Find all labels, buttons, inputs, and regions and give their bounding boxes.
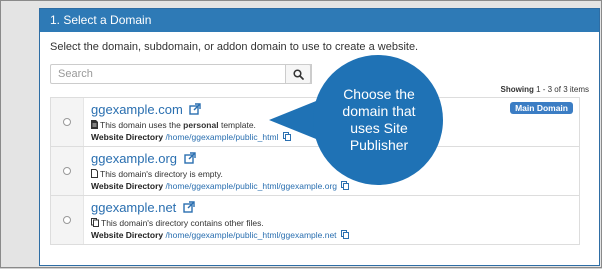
domain-note: This domain's directory contains other f… — [91, 218, 264, 228]
intro-text: Select the domain, subdomain, or addon d… — [50, 41, 419, 53]
directory-label: Website Directory — [91, 181, 164, 191]
domain-radio[interactable] — [63, 167, 71, 175]
domain-list: ggexample.com This domain uses the perso… — [50, 97, 580, 245]
search-input[interactable]: Search — [50, 64, 312, 84]
external-link-icon[interactable] — [189, 103, 202, 115]
domain-row[interactable]: ggexample.net This domain's directory co… — [51, 196, 579, 244]
domain-row[interactable]: ggexample.com This domain uses the perso… — [51, 98, 579, 147]
radio-cell — [51, 147, 84, 195]
directory-path[interactable]: /home/ggexample/public_html/ggexample.or… — [166, 181, 338, 191]
callout-line: domain that — [342, 103, 416, 119]
note-suffix: template. — [218, 120, 256, 130]
domain-radio[interactable] — [63, 118, 71, 126]
showing-label: Showing — [500, 85, 534, 94]
copy-icon[interactable] — [341, 181, 350, 190]
radio-cell — [51, 98, 84, 146]
select-domain-panel: 1. Select a Domain Select the domain, su… — [39, 8, 600, 266]
search-button[interactable] — [285, 64, 311, 84]
domain-name[interactable]: ggexample.org — [91, 151, 177, 166]
note-prefix: This domain uses the — [100, 120, 184, 130]
directory-path[interactable]: /home/ggexample/public_html/ggexample.ne… — [166, 230, 337, 240]
file-icon — [91, 120, 98, 129]
domain-link[interactable]: ggexample.org — [91, 151, 196, 166]
domain-note: This domain uses the personal template. — [91, 120, 256, 130]
domain-name[interactable]: ggexample.com — [91, 102, 183, 117]
domain-link[interactable]: ggexample.com — [91, 102, 202, 117]
external-link-icon[interactable] — [183, 201, 195, 213]
website-directory: Website Directory /home/ggexample/public… — [91, 132, 291, 142]
template-name: personal — [183, 120, 219, 130]
copy-icon[interactable] — [282, 132, 291, 141]
directory-label: Website Directory — [91, 132, 164, 142]
radio-cell — [51, 196, 84, 244]
search-icon — [293, 69, 304, 80]
domain-name[interactable]: ggexample.net — [91, 200, 176, 215]
directory-path[interactable]: /home/ggexample/public_html — [166, 132, 279, 142]
external-link-icon[interactable] — [183, 152, 196, 164]
files-icon — [91, 218, 99, 227]
showing-range: 1 - 3 of 3 items — [536, 85, 589, 94]
domain-link[interactable]: ggexample.net — [91, 200, 195, 215]
website-directory: Website Directory /home/ggexample/public… — [91, 230, 349, 240]
domain-note: This domain's directory is empty. — [91, 169, 223, 179]
note-text: This domain's directory contains other f… — [101, 218, 264, 228]
callout-line: Publisher — [349, 137, 409, 153]
screenshot-frame: 1. Select a Domain Select the domain, su… — [0, 0, 602, 268]
panel-title: 1. Select a Domain — [40, 9, 599, 32]
website-directory: Website Directory /home/ggexample/public… — [91, 181, 350, 191]
callout-line: Choose the — [343, 86, 415, 102]
main-domain-badge: Main Domain — [510, 102, 573, 114]
directory-label: Website Directory — [91, 230, 164, 240]
domain-row[interactable]: ggexample.org This domain's directory is… — [51, 147, 579, 196]
callout-text: Choose the domain that uses Site Publish… — [324, 86, 434, 154]
items-count: Showing 1 - 3 of 3 items — [501, 85, 589, 94]
note-text: This domain's directory is empty. — [100, 169, 223, 179]
empty-file-icon — [91, 169, 98, 178]
copy-icon[interactable] — [340, 230, 349, 239]
callout-line: uses Site — [350, 120, 408, 136]
domain-radio[interactable] — [63, 216, 71, 224]
